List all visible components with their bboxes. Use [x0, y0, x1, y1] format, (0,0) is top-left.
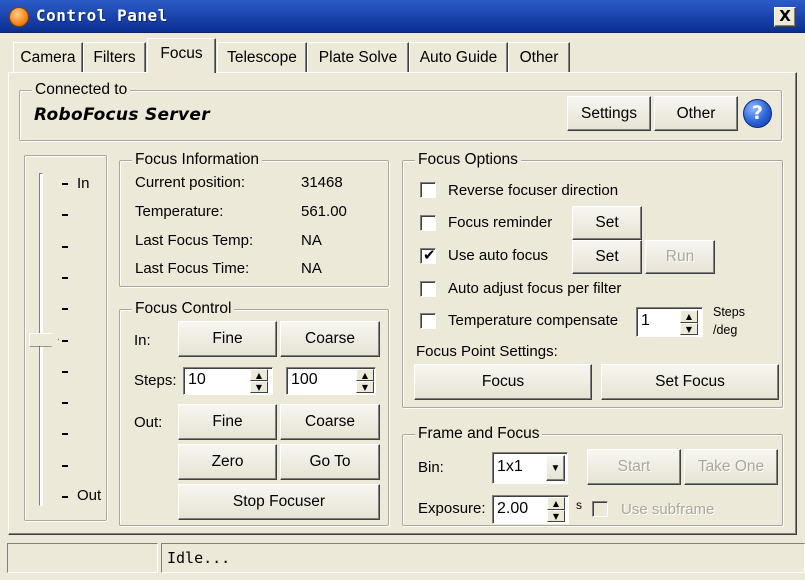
coarse-steps-spinner[interactable]: ▲ ▼ — [356, 369, 374, 393]
current-position-value: 31468 — [301, 174, 343, 191]
bin-select-value: 1x1 — [497, 458, 523, 475]
spin-up-icon[interactable]: ▲ — [680, 310, 698, 323]
spin-up-icon[interactable]: ▲ — [250, 369, 268, 381]
slider-tick — [62, 214, 68, 217]
status-progress-pane — [7, 543, 158, 573]
auto-focus-set-button[interactable]: Set — [572, 240, 642, 274]
help-icon[interactable]: ? — [743, 99, 772, 128]
auto-focus-checkbox[interactable]: ✔ — [420, 246, 436, 264]
status-text-pane — [161, 543, 805, 573]
take-one-button[interactable]: Take One — [684, 449, 778, 485]
subframe-checkbox[interactable] — [592, 501, 608, 517]
temp-compensate-checkbox[interactable] — [420, 313, 436, 329]
tab-focus[interactable]: Focus — [147, 38, 216, 73]
temp-compensate-label: Temperature compensate — [448, 312, 619, 329]
steps-unit-label: Steps — [713, 305, 745, 319]
slider-tick — [62, 464, 68, 467]
in-label: In: — [134, 332, 151, 349]
slider-tick — [62, 339, 68, 342]
focus-control-legend: Focus Control — [132, 300, 235, 318]
last-focus-temp-value: NA — [301, 232, 322, 249]
last-focus-time-label: Last Focus Time: — [135, 260, 250, 277]
last-focus-time-value: NA — [301, 260, 322, 277]
connected-legend: Connected to — [32, 81, 131, 99]
deg-unit-label: /deg — [713, 323, 738, 337]
tab-filters[interactable]: Filters — [83, 42, 146, 72]
fine-steps-spinner[interactable]: ▲ ▼ — [250, 369, 268, 393]
current-position-label: Current position: — [135, 174, 246, 191]
window-title: Control Panel — [36, 6, 168, 25]
adjust-filter-label: Auto adjust focus per filter — [448, 280, 622, 297]
app-icon — [9, 7, 29, 27]
slider-tick — [62, 370, 68, 373]
set-focus-button[interactable]: Set Focus — [601, 364, 779, 400]
slider-tick — [62, 433, 68, 436]
last-focus-temp-label: Last Focus Temp: — [135, 232, 254, 249]
focus-point-settings-label: Focus Point Settings: — [416, 343, 558, 360]
exposure-label: Exposure: — [418, 500, 486, 517]
start-button[interactable]: Start — [587, 449, 681, 485]
reverse-label: Reverse focuser direction — [448, 182, 619, 199]
spin-up-icon[interactable]: ▲ — [356, 369, 374, 381]
slider-tick — [62, 308, 68, 311]
reminder-set-button[interactable]: Set — [572, 206, 642, 240]
out-fine-button[interactable]: Fine — [178, 404, 277, 440]
in-fine-button[interactable]: Fine — [178, 321, 277, 357]
close-button[interactable]: X — [774, 7, 796, 27]
zero-button[interactable]: Zero — [178, 444, 277, 480]
tab-plate-solve[interactable]: Plate Solve — [307, 42, 409, 72]
tab-auto-guide[interactable]: Auto Guide — [409, 42, 508, 72]
tab-telescope[interactable]: Telescope — [217, 42, 307, 72]
slider-tick — [62, 183, 68, 185]
slider-tick — [62, 245, 68, 248]
exposure-unit: s — [576, 498, 582, 512]
reminder-label: Focus reminder — [448, 214, 553, 231]
out-label: Out: — [134, 414, 163, 431]
slider-out-label: Out — [77, 487, 102, 504]
focus-point-button[interactable]: Focus — [414, 364, 592, 400]
out-coarse-button[interactable]: Coarse — [280, 404, 380, 440]
tab-camera[interactable]: Camera — [13, 42, 83, 72]
goto-button[interactable]: Go To — [280, 444, 380, 480]
slider-tick — [62, 402, 68, 405]
exposure-spinner[interactable]: ▲ ▼ — [547, 497, 565, 522]
reverse-checkbox[interactable] — [420, 182, 436, 198]
temperature-value: 561.00 — [301, 203, 347, 220]
slider-in-label: In — [77, 175, 90, 192]
adjust-filter-checkbox[interactable] — [420, 281, 436, 297]
reminder-checkbox[interactable] — [420, 215, 436, 231]
slider-tick — [62, 276, 68, 279]
temp-compensate-spinner[interactable]: ▲ ▼ — [680, 310, 698, 335]
status-text: Idle... — [167, 549, 231, 567]
spin-down-icon[interactable]: ▼ — [250, 381, 268, 393]
slider-tick — [62, 496, 68, 498]
run-button[interactable]: Run — [645, 240, 715, 274]
settings-button[interactable]: Settings — [567, 96, 651, 131]
subframe-label: Use subframe — [621, 501, 715, 518]
other-button[interactable]: Other — [654, 96, 738, 131]
chevron-down-icon[interactable]: ▼ — [546, 455, 565, 481]
tab-other[interactable]: Other — [508, 42, 570, 72]
frame-focus-legend: Frame and Focus — [415, 425, 543, 443]
focus-options-legend: Focus Options — [415, 151, 521, 169]
server-name: RoboFocus Server — [34, 105, 210, 125]
spin-down-icon[interactable]: ▼ — [547, 509, 565, 522]
focus-info-legend: Focus Information — [132, 151, 263, 169]
spin-down-icon[interactable]: ▼ — [356, 381, 374, 393]
spin-up-icon[interactable]: ▲ — [547, 497, 565, 510]
temperature-label: Temperature: — [135, 203, 224, 220]
in-coarse-button[interactable]: Coarse — [280, 321, 380, 357]
auto-focus-label: Use auto focus — [448, 247, 549, 264]
stop-focuser-button[interactable]: Stop Focuser — [178, 484, 380, 520]
steps-label: Steps: — [134, 372, 177, 389]
spin-down-icon[interactable]: ▼ — [680, 322, 698, 335]
bin-label: Bin: — [418, 459, 444, 476]
